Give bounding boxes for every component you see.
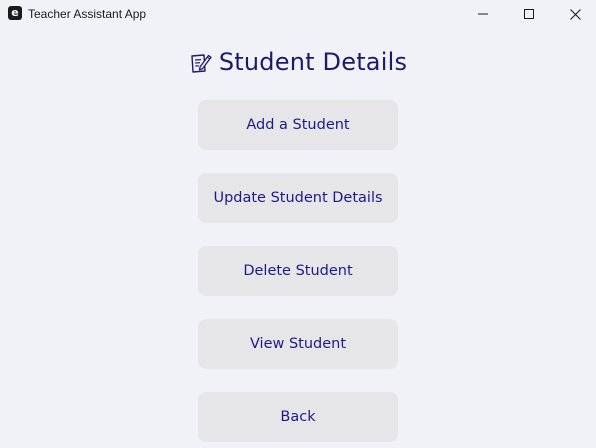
minimize-icon [478,13,488,15]
app-window: e Teacher Assistant App Student Details … [0,0,596,448]
close-button[interactable] [552,0,596,28]
window-title: Teacher Assistant App [28,7,147,21]
maximize-button[interactable] [506,0,552,28]
memo-pencil-icon [191,54,212,73]
update-student-details-button[interactable]: Update Student Details [198,173,398,223]
delete-student-button[interactable]: Delete Student [198,246,398,296]
app-logo-icon: e [8,6,22,20]
close-icon [569,8,581,20]
page-title: Student Details [218,48,408,76]
add-student-button[interactable]: Add a Student [198,100,398,150]
minimize-button[interactable] [460,0,506,28]
view-student-button[interactable]: View Student [198,319,398,369]
back-button[interactable]: Back [198,392,398,442]
title-bar[interactable]: e Teacher Assistant App [0,0,596,28]
maximize-icon [524,9,534,19]
page-heading: Student Details [0,46,596,78]
